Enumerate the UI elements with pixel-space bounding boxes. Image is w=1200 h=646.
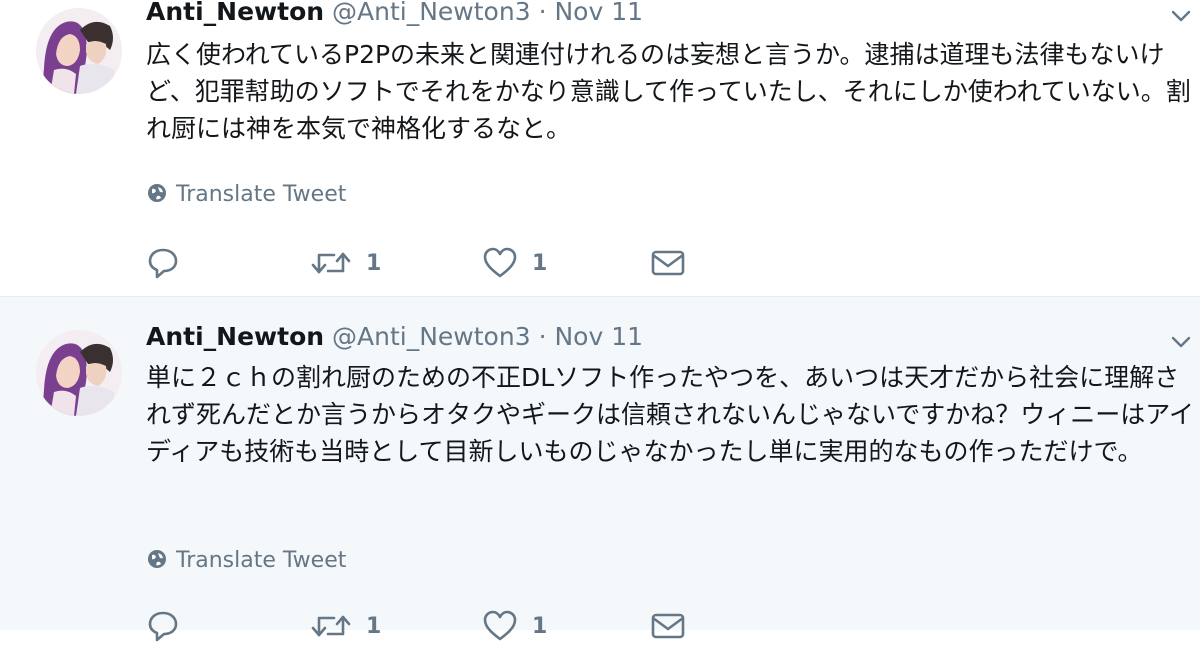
display-name[interactable]: Anti_Newton — [146, 0, 324, 26]
translate-tweet-link[interactable]: Translate Tweet — [146, 548, 346, 574]
retweet-arrows-icon — [311, 615, 351, 637]
translate-label: Translate Tweet — [176, 548, 347, 573]
reply-button[interactable] — [146, 243, 180, 283]
retweet-count: 1 — [366, 613, 382, 639]
separator-dot: · — [538, 0, 547, 26]
chevron-down-icon[interactable] — [1170, 334, 1192, 350]
globe-icon — [148, 550, 166, 568]
like-count: 1 — [532, 613, 548, 639]
tweet-date[interactable]: Nov 11 — [554, 322, 643, 351]
tweet-text: 広く使われているP2Pの未来と関連付けれるのは妄想と言うか。逮捕は道理も法律もな… — [146, 40, 1191, 143]
separator-dot: · — [538, 322, 547, 351]
tweet-text: 単に２ｃｈの割れ厨のための不正DLソフト作ったやつを、あいつは天才だから社会に理… — [146, 363, 1195, 466]
tweet-header: Anti_Newton @Anti_Newton3 · Nov 11 — [146, 322, 643, 352]
retweet-button[interactable]: 1 — [310, 243, 381, 283]
heart-icon — [483, 610, 517, 641]
envelope-icon — [651, 613, 685, 639]
like-button[interactable]: 1 — [482, 606, 547, 646]
retweet-button[interactable]: 1 — [310, 606, 381, 646]
speech-bubble-icon — [148, 611, 178, 642]
avatar[interactable] — [36, 8, 122, 94]
speech-bubble-icon — [148, 248, 178, 279]
avatar[interactable] — [36, 330, 122, 416]
tweet-date[interactable]: Nov 11 — [554, 0, 643, 26]
retweet-arrows-icon — [311, 252, 351, 274]
chevron-down-icon[interactable] — [1170, 8, 1192, 24]
translate-tweet-link[interactable]: Translate Tweet — [146, 182, 346, 208]
globe-icon — [148, 184, 166, 202]
like-button[interactable]: 1 — [482, 243, 547, 283]
handle[interactable]: @Anti_Newton3 — [332, 322, 531, 351]
translate-label: Translate Tweet — [176, 182, 347, 207]
handle[interactable]: @Anti_Newton3 — [332, 0, 531, 26]
retweet-count: 1 — [366, 250, 382, 276]
reply-button[interactable] — [146, 606, 180, 646]
heart-icon — [483, 247, 517, 278]
direct-message-button[interactable] — [650, 606, 686, 646]
display-name[interactable]: Anti_Newton — [146, 322, 324, 351]
like-count: 1 — [532, 250, 548, 276]
direct-message-button[interactable] — [650, 243, 686, 283]
tweet-header: Anti_Newton @Anti_Newton3 · Nov 11 — [146, 0, 643, 27]
envelope-icon — [651, 250, 685, 276]
